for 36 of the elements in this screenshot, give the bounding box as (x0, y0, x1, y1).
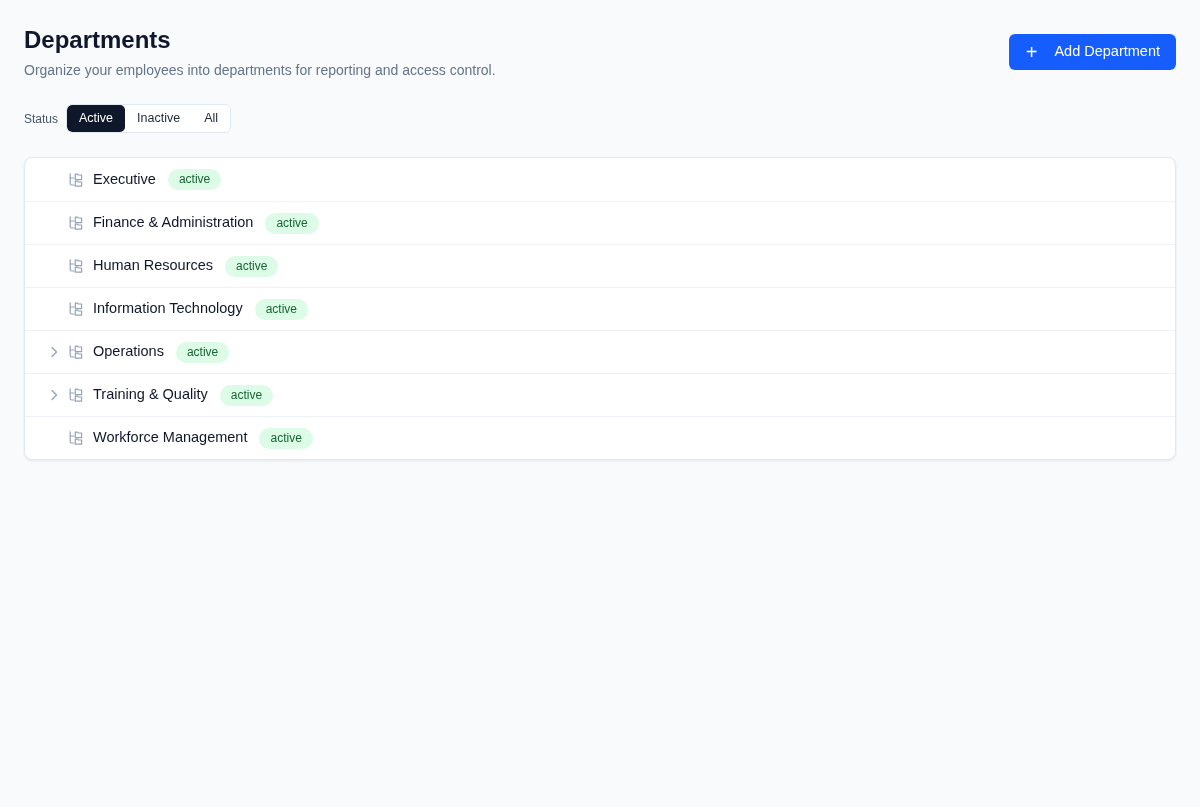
folder-tree-icon (69, 216, 83, 230)
status-badge: active (175, 341, 230, 363)
plus-icon: + (1025, 42, 1038, 62)
status-badge: active (167, 169, 222, 190)
folder-tree-icon (69, 345, 83, 359)
folder-tree-icon (69, 431, 83, 445)
department-name[interactable]: Operations (93, 341, 164, 363)
department-row[interactable]: Operations active (25, 330, 1175, 373)
page-title: Departments (24, 26, 172, 54)
department-row[interactable]: Training & Quality active (25, 373, 1175, 416)
department-name[interactable]: Workforce Management (93, 427, 248, 449)
folder-tree-icon (69, 259, 83, 273)
folder-tree-icon (69, 172, 83, 187)
folder-tree-icon (69, 388, 83, 402)
status-option[interactable]: Inactive (125, 105, 193, 132)
department-row[interactable]: Finance & Administration active (25, 201, 1175, 244)
status-badge: active (259, 427, 313, 449)
department-name[interactable]: Finance & Administration (93, 212, 254, 234)
status-option[interactable]: All (192, 105, 231, 132)
status-label: Status (24, 110, 59, 128)
status-badge: active (265, 212, 319, 234)
status-badge: active (254, 298, 309, 320)
department-name[interactable]: Human Resources (93, 255, 214, 277)
page-subtitle: Organize your employees into departments for reporting and access control. (24, 61, 496, 80)
department-row[interactable]: Workforce Management active (25, 416, 1175, 459)
status-option[interactable]: Active (67, 105, 126, 132)
department-name[interactable]: Executive (93, 168, 156, 191)
folder-tree-icon (69, 302, 83, 316)
add-department-button[interactable]: + Add Department (1008, 34, 1176, 70)
status-badge: active (219, 384, 274, 406)
department-row[interactable]: Executive active (25, 158, 1175, 201)
status-badge: active (225, 255, 279, 277)
department-name[interactable]: Information Technology (93, 298, 243, 320)
department-row[interactable]: Human Resources active (25, 244, 1175, 287)
department-name[interactable]: Training & Quality (93, 384, 208, 406)
department-row[interactable]: Information Technology active (25, 287, 1175, 330)
